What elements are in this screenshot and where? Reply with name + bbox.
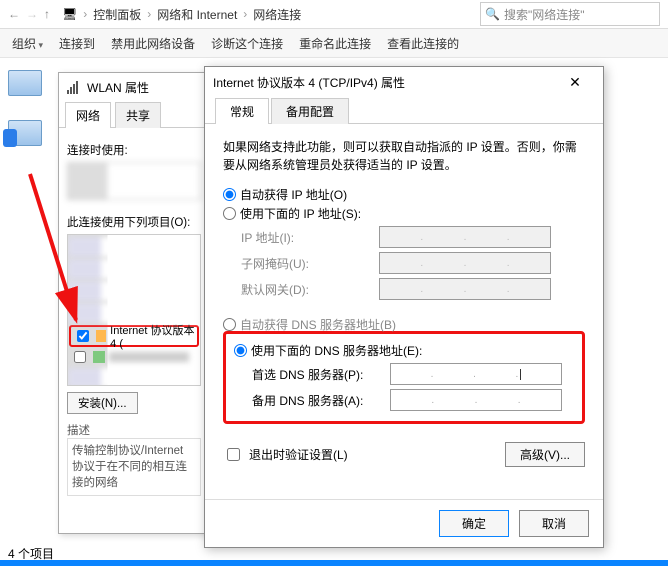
toolbar-viewstatus[interactable]: 查看此连接的 (387, 35, 459, 52)
close-icon[interactable]: ✕ (555, 74, 595, 91)
wlan-properties-dialog: WLAN 属性 网络 共享 连接时使用: 此连接使用下列项目(O): Inter… (58, 72, 210, 534)
address-bar: ← → ↑ 🖥 › 控制面板 › 网络和 Internet › 网络连接 🔍 搜… (0, 0, 668, 29)
radio-use-ip[interactable]: 使用下面的 IP 地址(S): (223, 205, 585, 222)
list-item-ipv4[interactable]: Internet 协议版本 4 ( (69, 325, 199, 347)
wifi-icon (67, 80, 81, 94)
crumb-mid[interactable]: 网络和 Internet (157, 6, 237, 23)
protocol-icon (93, 351, 105, 363)
dns-highlight-box: 使用下面的 DNS 服务器地址(E): 首选 DNS 服务器(P): ... 备… (223, 331, 585, 424)
desc-label: 描述 (67, 422, 201, 438)
tab-general[interactable]: 常规 (215, 98, 269, 124)
ipv4-properties-dialog: Internet 协议版本 4 (TCP/IPv4) 属性 ✕ 常规 备用配置 … (204, 66, 604, 548)
dns2-row: 备用 DNS 服务器(A): ... (252, 389, 574, 411)
ok-button[interactable]: 确定 (439, 510, 509, 537)
exit-validate-checkbox[interactable] (227, 448, 240, 461)
search-icon: 🔍 (485, 7, 500, 21)
gateway-input: ... (379, 278, 551, 300)
dialog-buttons: 确定 取消 (205, 499, 603, 547)
help-text: 如果网络支持此功能，则可以获取自动指派的 IP 设置。否则，你需要从网络系统管理… (223, 138, 585, 174)
crumb-leaf[interactable]: 网络连接 (253, 6, 301, 23)
toolbar: 组织 连接到 禁用此网络设备 诊断这个连接 重命名此连接 查看此连接的 (0, 29, 668, 58)
protocol-list[interactable]: Internet 协议版本 4 ( (67, 234, 201, 386)
cancel-button[interactable]: 取消 (519, 510, 589, 537)
radio-auto-ip[interactable]: 自动获得 IP 地址(O) (223, 186, 585, 203)
tab-share[interactable]: 共享 (115, 102, 161, 128)
tab-alt[interactable]: 备用配置 (271, 98, 349, 124)
nav-up-icon[interactable]: ↑ (44, 7, 50, 21)
subnet-input: ... (379, 252, 551, 274)
ipv4-tabs: 常规 备用配置 (205, 97, 603, 124)
adapter-icon-disabled[interactable] (8, 120, 42, 146)
install-button[interactable]: 安装(N)... (67, 392, 138, 414)
dns2-input[interactable]: ... (390, 389, 562, 411)
dns1-row: 首选 DNS 服务器(P): ... (252, 363, 574, 385)
search-input[interactable]: 🔍 搜索"网络连接" (480, 2, 660, 26)
items-label: 此连接使用下列项目(O): (67, 214, 201, 230)
toolbar-rename[interactable]: 重命名此连接 (299, 35, 371, 52)
toolbar-disable[interactable]: 禁用此网络设备 (111, 35, 195, 52)
taskbar (0, 560, 668, 566)
toolbar-diagnose[interactable]: 诊断这个连接 (211, 35, 283, 52)
tab-network[interactable]: 网络 (65, 102, 111, 128)
nav-fwd-icon: → (26, 7, 38, 21)
ipv4-checkbox[interactable] (77, 330, 89, 342)
gateway-row: 默认网关(D): ... (241, 278, 585, 300)
adapter-name-box (67, 162, 201, 200)
subnet-row: 子网掩码(U): ... (241, 252, 585, 274)
status-count: 4 个项目 (8, 545, 54, 562)
advanced-button[interactable]: 高级(V)... (505, 442, 585, 467)
connect-using-label: 连接时使用: (67, 142, 201, 158)
dns1-input[interactable]: ... (390, 363, 562, 385)
protocol-icon (96, 330, 106, 342)
ip-address-input: ... (379, 226, 551, 248)
pc-icon: 🖥 (62, 7, 77, 21)
wlan-titlebar: WLAN 属性 (59, 73, 209, 101)
toolbar-connect[interactable]: 连接到 (59, 35, 95, 52)
item-checkbox[interactable] (74, 351, 86, 363)
radio-use-dns[interactable]: 使用下面的 DNS 服务器地址(E): (234, 342, 574, 359)
ip-address-row: IP 地址(I): ... (241, 226, 585, 248)
crumb-root[interactable]: 控制面板 (93, 6, 141, 23)
nav-back-icon[interactable]: ← (8, 7, 20, 21)
wlan-tabs: 网络 共享 (59, 101, 209, 128)
ipv4-title-text: Internet 协议版本 4 (TCP/IPv4) 属性 (213, 74, 405, 91)
toolbar-organize[interactable]: 组织 (12, 35, 43, 52)
ipv4-titlebar: Internet 协议版本 4 (TCP/IPv4) 属性 ✕ (205, 67, 603, 97)
desc-text: 传输控制协议/Internet 协议于在不同的相互连接的网络 (67, 438, 201, 496)
adapter-icon[interactable] (8, 70, 42, 96)
list-item[interactable] (68, 348, 200, 366)
connection-icons (8, 70, 42, 146)
exit-validate-label: 退出时验证设置(L) (249, 446, 348, 463)
